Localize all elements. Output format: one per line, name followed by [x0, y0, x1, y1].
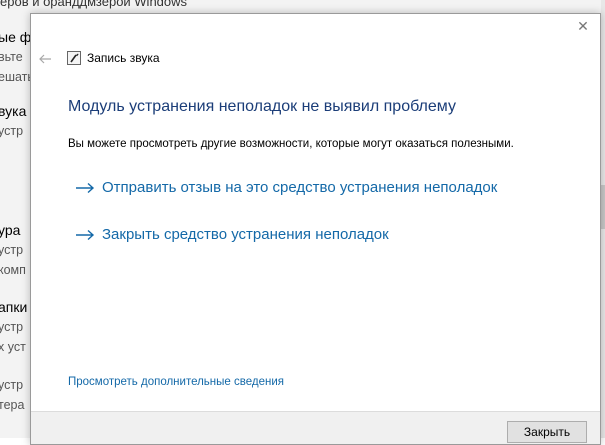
- background-item[interactable]: ура устр комп: [0, 220, 26, 280]
- view-details-link[interactable]: Просмотреть дополнительные сведения: [68, 376, 284, 388]
- close-icon[interactable]: ✕: [575, 18, 591, 34]
- background-item[interactable]: устр тера: [0, 375, 24, 415]
- send-feedback-label: Отправить отзыв на это средство устранен…: [102, 179, 498, 196]
- troubleshooter-icon: [67, 51, 81, 65]
- result-heading: Модуль устранения неполадок не выявил пр…: [68, 98, 456, 115]
- arrow-right-icon: [76, 182, 95, 193]
- background-scrollbar-thumb[interactable]: [601, 185, 605, 229]
- background-item[interactable]: апки устр х уст: [0, 297, 27, 357]
- dialog-footer: Закрыть: [31, 411, 600, 444]
- arrow-right-icon: [76, 229, 95, 240]
- background-item[interactable]: ые ф вьте ешать: [0, 27, 34, 87]
- back-arrow-icon[interactable]: [38, 52, 52, 66]
- result-subtext: Вы можете просмотреть другие возможности…: [68, 138, 514, 150]
- close-troubleshooter-label: Закрыть средство устранения неполадок: [102, 226, 389, 243]
- send-feedback-option[interactable]: Отправить отзыв на это средство устранен…: [75, 179, 497, 196]
- background-top-text: еров и оранддмзерой Windows: [0, 0, 188, 9]
- background-item[interactable]: вука устр: [0, 101, 26, 141]
- dialog-title: Запись звука: [87, 51, 160, 65]
- close-troubleshooter-option[interactable]: Закрыть средство устранения неполадок: [75, 226, 389, 243]
- troubleshooter-dialog: ✕ Запись звука Модуль устранения неполад…: [30, 13, 601, 445]
- close-button[interactable]: Закрыть: [507, 421, 587, 443]
